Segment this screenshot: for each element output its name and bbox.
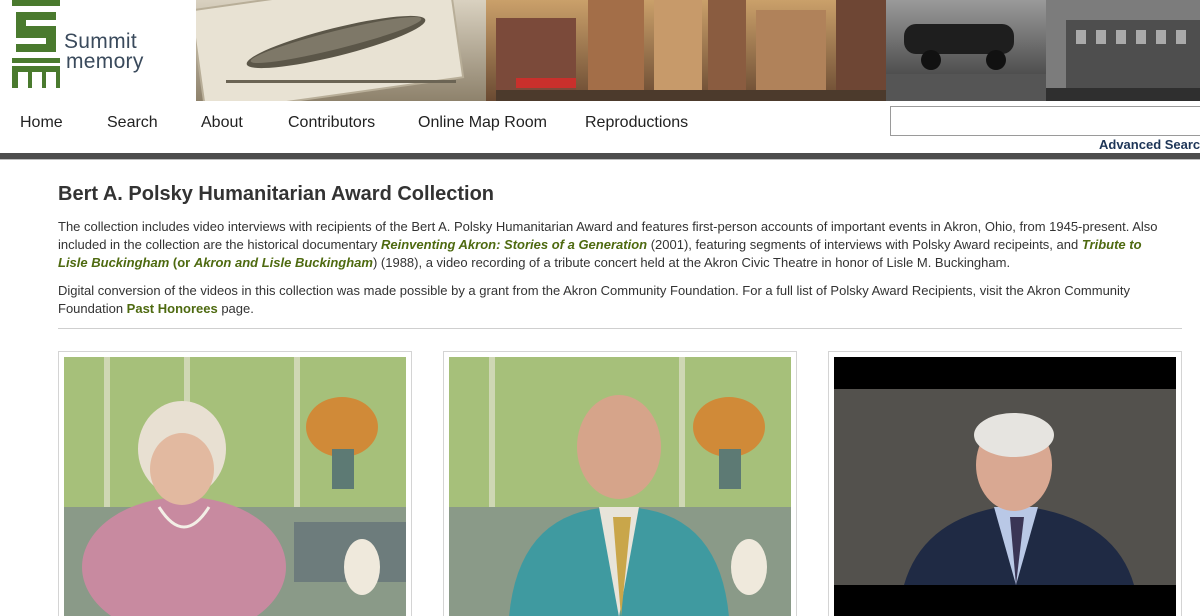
nav-divider-shadow <box>0 159 1200 160</box>
video-still-1 <box>64 357 406 616</box>
logo-line-2: memory <box>66 50 144 73</box>
video-thumbnail-1[interactable] <box>58 351 412 616</box>
reinventing-akron-link[interactable]: Reinventing Akron: Stories of a Generati… <box>381 237 647 252</box>
nav-online-map-room[interactable]: Online Map Room <box>418 114 547 132</box>
search-input[interactable] <box>890 106 1200 136</box>
content-divider <box>58 328 1182 329</box>
video-thumbnail-2[interactable] <box>443 351 797 616</box>
description-text-4: ) (1988), a video recording of a tribute… <box>372 255 1011 270</box>
description-text-2: (2001), featuring segments of interviews… <box>647 237 1082 252</box>
past-honorees-link[interactable]: Past Honorees <box>127 301 218 316</box>
summit-memory-logo[interactable]: Summit memory <box>0 0 200 101</box>
akron-and-lisle-buckingham-link[interactable]: Akron and Lisle Buckingham <box>194 255 373 270</box>
nav-home[interactable]: Home <box>20 114 63 132</box>
nav-search[interactable]: Search <box>107 114 158 132</box>
collection-description: The collection includes video interviews… <box>58 218 1168 272</box>
video-still-3 <box>834 357 1176 616</box>
funding-text-2: page. <box>217 301 254 316</box>
description-text-3: (or <box>169 255 194 270</box>
logo-wordmark: Summit memory <box>64 31 144 73</box>
nav-reproductions[interactable]: Reproductions <box>585 114 688 132</box>
interview-man-image <box>449 357 791 616</box>
interview-man-dark-image <box>834 357 1176 616</box>
main-nav: Home Search About Contributors Online Ma… <box>0 101 1200 153</box>
video-still-2 <box>449 357 791 616</box>
nav-contributors[interactable]: Contributors <box>288 114 375 132</box>
nav-about[interactable]: About <box>201 114 243 132</box>
interview-woman-image <box>64 357 406 616</box>
funding-note: Digital conversion of the videos in this… <box>58 282 1168 318</box>
page-title: Bert A. Polsky Humanitarian Award Collec… <box>58 183 495 205</box>
site-banner: Summit memory <box>0 0 1200 101</box>
logo-emblem-icon <box>12 0 60 88</box>
banner-photo-collage <box>196 0 1200 101</box>
video-thumbnail-3[interactable] <box>828 351 1182 616</box>
advanced-search-link[interactable]: Advanced Search <box>1099 137 1200 152</box>
